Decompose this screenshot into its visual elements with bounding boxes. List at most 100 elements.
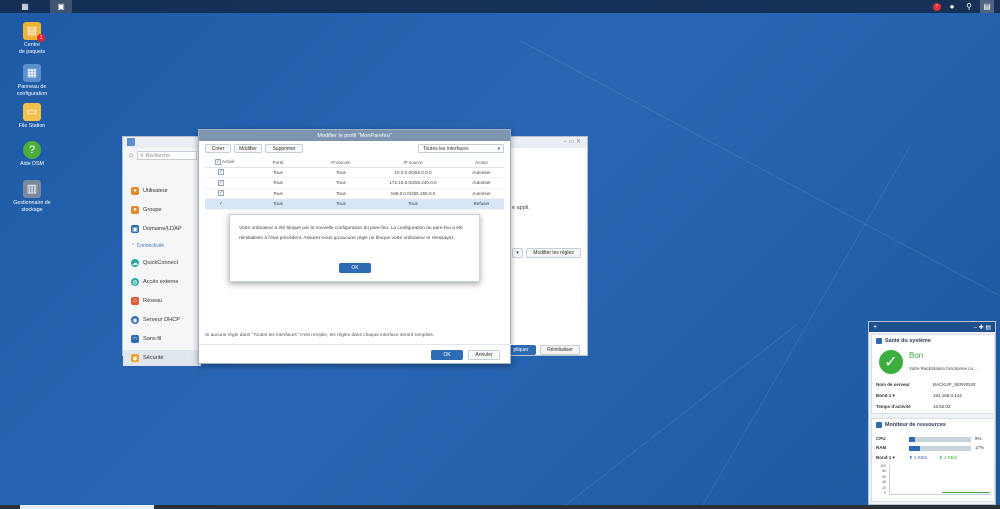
control-panel-taskbar-button[interactable]: ▣ xyxy=(50,0,72,13)
cancel-button[interactable]: Annuler xyxy=(468,350,500,360)
desktop-icon-help[interactable]: ? Aide DSM xyxy=(6,141,58,168)
notification-icon[interactable]: ! xyxy=(930,0,944,13)
control-panel-icon: ▦ xyxy=(23,64,41,82)
sidebar-item-domain[interactable]: ▣ Domaine/LDAP xyxy=(123,221,201,237)
create-button[interactable]: Créer xyxy=(205,144,231,153)
interface-select-value: Toutes les interfaces xyxy=(423,145,469,152)
sidebar-section-connectivity[interactable]: ⌃ Connectivité xyxy=(131,243,164,249)
edit-button[interactable]: Modifier xyxy=(234,144,262,153)
column-header-enabled[interactable]: ✓ Activé xyxy=(215,158,241,168)
desktop-icon-storage-manager[interactable]: ▥ Gestionnaire de stockage xyxy=(6,180,58,213)
table-row[interactable]: ⋮ ✓ Tous Tous 168.0.0.0/255.255.0.0 Auto… xyxy=(205,188,504,199)
enabled-checkbox[interactable]: ✓ xyxy=(218,169,224,176)
sidebar-item-label: Domaine/LDAP xyxy=(143,226,182,232)
source-ip-cell: 172.16.0.0/255.240.0.0 xyxy=(367,177,459,189)
bond-row[interactable]: Bond 1 ▾ 192.168.0.144 xyxy=(876,393,962,399)
desktop-icon-file-station[interactable]: ▭ File Station xyxy=(6,103,58,130)
alert-ok-button[interactable]: OK xyxy=(339,263,371,273)
bond-select[interactable]: Bond 1 ▾ xyxy=(876,455,895,461)
status-ok-icon: ✓ xyxy=(879,350,903,374)
protocol-cell: Tous xyxy=(315,177,367,189)
ports-cell: Tous xyxy=(241,188,315,199)
sidebar-item-quickconnect[interactable]: ☁ QuickConnect xyxy=(123,255,201,271)
delete-button[interactable]: Supprimer xyxy=(265,144,303,153)
sidebar-item-security[interactable]: ◆ Sécurité xyxy=(123,350,201,366)
drag-handle-icon[interactable]: ⋮ xyxy=(208,170,212,175)
add-widget-icon[interactable]: + xyxy=(873,324,877,331)
quickconnect-icon: ☁ xyxy=(131,259,139,267)
desktop-icon-control-panel[interactable]: ▦ Panneau de configuration xyxy=(6,64,58,97)
search-placeholder: Recherche xyxy=(145,152,170,159)
badge: 1 xyxy=(37,34,45,42)
domain-icon: ▣ xyxy=(131,225,139,233)
wifi-icon: ◠ xyxy=(131,335,139,343)
widgets-icon[interactable]: ▤ xyxy=(980,0,994,13)
desktop-icon-label: Gestionnaire de xyxy=(13,200,51,206)
user-icon[interactable]: ● xyxy=(945,0,959,13)
group-icon: ● xyxy=(131,206,139,214)
cpu-bar xyxy=(909,437,971,442)
sidebar-item-group[interactable]: ● Groupe xyxy=(123,202,201,218)
reset-button[interactable]: Réinitialiser xyxy=(540,345,580,355)
table-row-selected[interactable]: ⋮ ✓ Tous Tous Tous Refuser xyxy=(205,198,504,210)
ram-bar xyxy=(909,446,971,451)
drag-handle-icon[interactable]: ⋮ xyxy=(208,201,212,206)
file-station-icon: ▭ xyxy=(23,103,41,121)
control-panel-icon xyxy=(127,138,135,146)
source-ip-cell: 10.0.0.0/255.0.0.0 xyxy=(367,167,459,178)
widget-panel: + – ✚ ▤ Santé du système ✓ Bon Votre Rac… xyxy=(868,321,996,505)
sidebar-item-network[interactable]: ⌂ Réseau xyxy=(123,293,201,309)
sidebar-item-label: Accès externe xyxy=(143,279,179,285)
window-controls[interactable]: – ▭ ✕ xyxy=(564,138,581,145)
checkbox-icon: ✓ xyxy=(215,159,221,166)
protocol-cell: Tous xyxy=(315,198,367,210)
column-header-action[interactable]: Action xyxy=(459,158,504,168)
main-menu-icon[interactable]: ▦ xyxy=(14,0,36,13)
desktop-icon-package-center[interactable]: ▤ 1 Centre de paquets xyxy=(6,22,58,55)
taskbar: ▦ ▣ ! ● ⚲ ▤ xyxy=(0,0,1000,13)
table-row[interactable]: ⋮ ✓ Tous Tous 10.0.0.0/255.0.0.0 Autoris… xyxy=(205,167,504,178)
column-header-source-ip[interactable]: IP source xyxy=(367,158,459,168)
wallpaper-line xyxy=(519,40,1000,304)
table-header: ✓ Activé Ports Protocole IP source Actio… xyxy=(205,158,504,168)
drag-handle-icon[interactable]: ⋮ xyxy=(208,180,212,185)
edit-rules-button[interactable]: Modifier les règles xyxy=(526,248,581,258)
health-subtitle: Votre RackStation fonctionne co... xyxy=(909,366,977,371)
chart-plot-area xyxy=(889,465,991,495)
shield-icon xyxy=(876,337,882,344)
search-icon[interactable]: ⚲ xyxy=(962,0,976,13)
enabled-checkbox[interactable]: ✓ xyxy=(218,179,224,186)
shield-icon: ◆ xyxy=(131,354,139,362)
ok-button[interactable]: OK xyxy=(431,350,463,360)
enabled-checkbox[interactable]: ✓ xyxy=(218,190,224,197)
rule-dropdown-button[interactable]: ▾ xyxy=(512,248,523,258)
widget-header: Moniteur de ressources xyxy=(872,419,994,430)
column-header-ports[interactable]: Ports xyxy=(241,158,315,168)
divider xyxy=(199,344,512,345)
sidebar-item-user[interactable]: ● Utilisateur xyxy=(123,183,201,199)
desktop-icon-label: Aide DSM xyxy=(20,161,44,167)
search-input[interactable]: ⚲ Recherche xyxy=(137,151,197,160)
home-icon[interactable]: ⌂ xyxy=(127,151,135,160)
table-row[interactable]: ⋮ ✓ Tous Tous 172.16.0.0/255.240.0.0 Aut… xyxy=(205,177,504,189)
source-ip-cell: Tous xyxy=(367,198,459,210)
sidebar-item-label: Sans fil xyxy=(143,336,162,342)
column-header-protocol[interactable]: Protocole xyxy=(315,158,367,168)
cpu-bar-fill xyxy=(909,437,915,442)
widget-controls[interactable]: – ✚ ▤ xyxy=(974,324,991,331)
action-cell: Autoriser xyxy=(459,188,504,199)
ram-label: RAM xyxy=(876,445,887,450)
desktop-icon-label: stockage xyxy=(21,206,43,213)
minimized-window-tab[interactable] xyxy=(20,505,154,509)
search-icon: ⚲ xyxy=(140,152,144,159)
enabled-checkbox[interactable]: ✓ xyxy=(218,201,224,207)
package-center-icon: ▤ 1 xyxy=(23,22,45,42)
sidebar-item-external-access[interactable]: ◍ Accès externe xyxy=(123,274,201,290)
desktop-icon-label: configuration xyxy=(16,90,48,97)
sidebar-item-wireless[interactable]: ◠ Sans fil xyxy=(123,331,201,347)
interface-select[interactable]: Toutes les interfaces ▾ xyxy=(418,144,504,153)
sidebar-item-dhcp[interactable]: ◉ Serveur DHCP xyxy=(123,312,201,328)
drag-handle-icon[interactable]: ⋮ xyxy=(208,191,212,196)
user-icon: ● xyxy=(131,187,139,195)
globe-icon: ◍ xyxy=(131,278,139,286)
